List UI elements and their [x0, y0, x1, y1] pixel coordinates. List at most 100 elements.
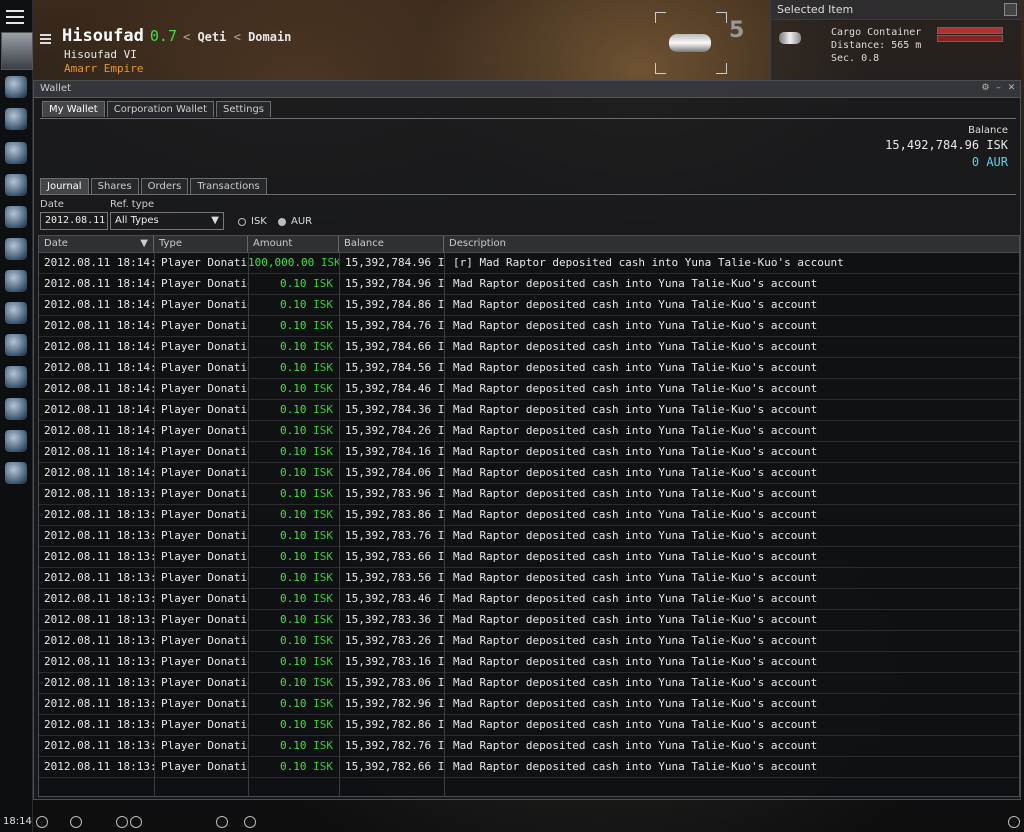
row-date: 2012.08.11 18:14:00 — [44, 466, 154, 479]
row-type: Player Donation — [161, 466, 248, 479]
wallet-tabs: My Wallet Corporation Wallet Settings — [42, 101, 272, 117]
row-balance: 15,392,784.96 ISK — [345, 277, 444, 290]
reftype-select[interactable]: All Types ▼ — [110, 212, 224, 230]
character-portrait[interactable] — [1, 32, 33, 70]
table-row[interactable]: 2012.08.11 18:13:37Player Donation0.10 I… — [39, 757, 1019, 778]
row-amount-unit: ISK — [313, 613, 333, 626]
col-description[interactable]: Description — [444, 236, 1019, 252]
table-row[interactable]: 2012.08.11 18:13:49Player Donation0.10 I… — [39, 610, 1019, 631]
people-icon[interactable] — [5, 76, 27, 98]
row-amount-unit: ISK — [313, 361, 333, 374]
col-type[interactable]: Type — [154, 236, 248, 252]
row-type: Player Donation — [161, 550, 248, 563]
gear-icon[interactable] — [1008, 816, 1020, 828]
table-row[interactable]: 2012.08.11 18:14:01Player Donation0.10 I… — [39, 442, 1019, 463]
person-icon[interactable] — [5, 462, 27, 484]
table-row[interactable]: 2012.08.11 18:14:04Player Donation0.10 I… — [39, 400, 1019, 421]
tab-corporation-wallet[interactable]: Corporation Wallet — [106, 101, 214, 117]
table-row[interactable]: 2012.08.11 18:13:42Player Donation0.10 I… — [39, 715, 1019, 736]
selected-item-panel: Selected Item Cargo Container Distance: … — [770, 0, 1021, 92]
date-field[interactable]: 2012.08.11 — [40, 212, 108, 230]
table-row[interactable]: 2012.08.11 18:13:58Player Donation0.10 I… — [39, 484, 1019, 505]
collapse-icon[interactable] — [1004, 3, 1017, 16]
table-row[interactable]: 2012.08.11 18:13:55Player Donation0.10 I… — [39, 526, 1019, 547]
cargo-icon[interactable] — [5, 334, 27, 356]
table-row[interactable]: 2012.08.11 18:14:06Player Donation0.10 I… — [39, 379, 1019, 400]
triangle-icon[interactable] — [36, 816, 48, 828]
circle-icon[interactable] — [130, 816, 142, 828]
tab-orders[interactable]: Orders — [140, 178, 189, 194]
col-balance[interactable]: Balance — [339, 236, 444, 252]
table-row[interactable]: 2012.08.11 18:14:13Player Donation0.10 I… — [39, 274, 1019, 295]
market-icon[interactable] — [5, 238, 27, 260]
table-row[interactable]: 2012.08.11 18:13:43Player Donation0.10 I… — [39, 694, 1019, 715]
col-date[interactable]: Date ▼ — [39, 236, 154, 252]
row-description: Mad Raptor deposited cash into Yuna Tali… — [453, 592, 818, 605]
settings-icon[interactable]: ⚙ — [981, 84, 990, 93]
row-balance: 15,392,782.66 ISK — [345, 760, 444, 773]
table-row[interactable]: 2012.08.11 18:14:12Player Donation0.10 I… — [39, 295, 1019, 316]
tab-journal[interactable]: Journal — [40, 178, 89, 194]
row-description: Mad Raptor deposited cash into Yuna Tali… — [453, 298, 818, 311]
stars-icon[interactable] — [5, 398, 27, 420]
radio-aur[interactable]: AUR — [278, 216, 312, 227]
row-amount-value: 0.10 — [280, 550, 307, 563]
map-icon[interactable] — [5, 174, 27, 196]
faction-name[interactable]: Amarr Empire — [64, 62, 291, 75]
table-row[interactable]: 2012.08.11 18:13:53Player Donation0.10 I… — [39, 568, 1019, 589]
table-row[interactable]: 2012.08.11 18:14:31 Player Donation100,00… — [39, 253, 1019, 274]
tab-transactions[interactable]: Transactions — [190, 178, 267, 194]
location-menu-icon[interactable] — [40, 32, 51, 46]
diamond-icon[interactable] — [216, 816, 228, 828]
minimize-icon[interactable]: – — [994, 84, 1003, 93]
constellation-name[interactable]: Qeti — [197, 30, 226, 44]
table-row[interactable]: 2012.08.11 18:13:40Player Donation0.10 I… — [39, 736, 1019, 757]
tab-my-wallet[interactable]: My Wallet — [42, 101, 105, 117]
table-row[interactable]: 2012.08.11 18:14:02Player Donation0.10 I… — [39, 421, 1019, 442]
journal-icon[interactable] — [5, 366, 27, 388]
circle-icon[interactable] — [116, 816, 128, 828]
table-row[interactable]: 2012.08.11 18:13:46Player Donation0.10 I… — [39, 652, 1019, 673]
table-row[interactable]: 2012.08.11 18:14:07Player Donation0.10 I… — [39, 358, 1019, 379]
table-row[interactable]: 2012.08.11 18:13:57Player Donation0.10 I… — [39, 505, 1019, 526]
network-icon[interactable] — [5, 270, 27, 292]
row-balance: 15,392,783.56 ISK — [345, 571, 444, 584]
region-name[interactable]: Domain — [248, 30, 291, 44]
table-row[interactable]: 2012.08.11 18:13:45Player Donation0.10 I… — [39, 673, 1019, 694]
system-name[interactable]: Hisoufad — [62, 26, 144, 46]
row-date: 2012.08.11 18:13:48 — [44, 634, 154, 647]
skills-icon[interactable] — [5, 302, 27, 324]
table-row[interactable]: 2012.08.11 18:13:54Player Donation0.10 I… — [39, 547, 1019, 568]
menu-icon[interactable] — [4, 6, 26, 26]
row-description: Mad Raptor deposited cash into Yuna Tali… — [453, 697, 818, 710]
industry-icon[interactable] — [5, 108, 27, 130]
reftype-value: All Types — [115, 215, 159, 226]
row-balance: 15,392,784.76 ISK — [345, 319, 444, 332]
row-amount-unit: ISK — [320, 256, 339, 269]
tab-settings[interactable]: Settings — [216, 101, 272, 117]
planet-icon[interactable] — [5, 430, 27, 452]
row-amount-unit: ISK — [313, 508, 333, 521]
row-amount-value: 0.10 — [280, 382, 307, 395]
station-name[interactable]: Hisoufad VI — [64, 48, 291, 61]
table-row[interactable]: 2012.08.11 18:14:08Player Donation0.10 I… — [39, 337, 1019, 358]
triangle-icon[interactable] — [70, 816, 82, 828]
target-box[interactable]: 5 — [655, 12, 744, 74]
wallet-header[interactable]: Wallet ⚙ – ✕ — [34, 81, 1020, 98]
table-row[interactable]: 2012.08.11 18:13:48Player Donation0.10 I… — [39, 631, 1019, 652]
row-amount: 0.10 ISK — [248, 505, 339, 525]
table-row[interactable]: 2012.08.11 18:14:10Player Donation0.10 I… — [39, 316, 1019, 337]
table-row[interactable]: 2012.08.11 18:13:51Player Donation0.10 I… — [39, 589, 1019, 610]
tab-shares[interactable]: Shares — [90, 178, 139, 194]
row-amount: 0.10 ISK — [248, 379, 339, 399]
ship-icon[interactable] — [5, 206, 27, 228]
col-amount[interactable]: Amount — [248, 236, 339, 252]
table-row[interactable]: 2012.08.11 18:14:00Player Donation0.10 I… — [39, 463, 1019, 484]
close-icon[interactable]: ✕ — [1007, 84, 1016, 93]
science-icon[interactable] — [5, 142, 27, 164]
row-description: Mad Raptor deposited cash into Yuna Tali… — [453, 361, 818, 374]
radio-isk[interactable]: ISK — [238, 216, 267, 227]
diamond-icon[interactable] — [244, 816, 256, 828]
row-description: Mad Raptor deposited cash into Yuna Tali… — [453, 508, 818, 521]
column-divider — [154, 252, 155, 796]
